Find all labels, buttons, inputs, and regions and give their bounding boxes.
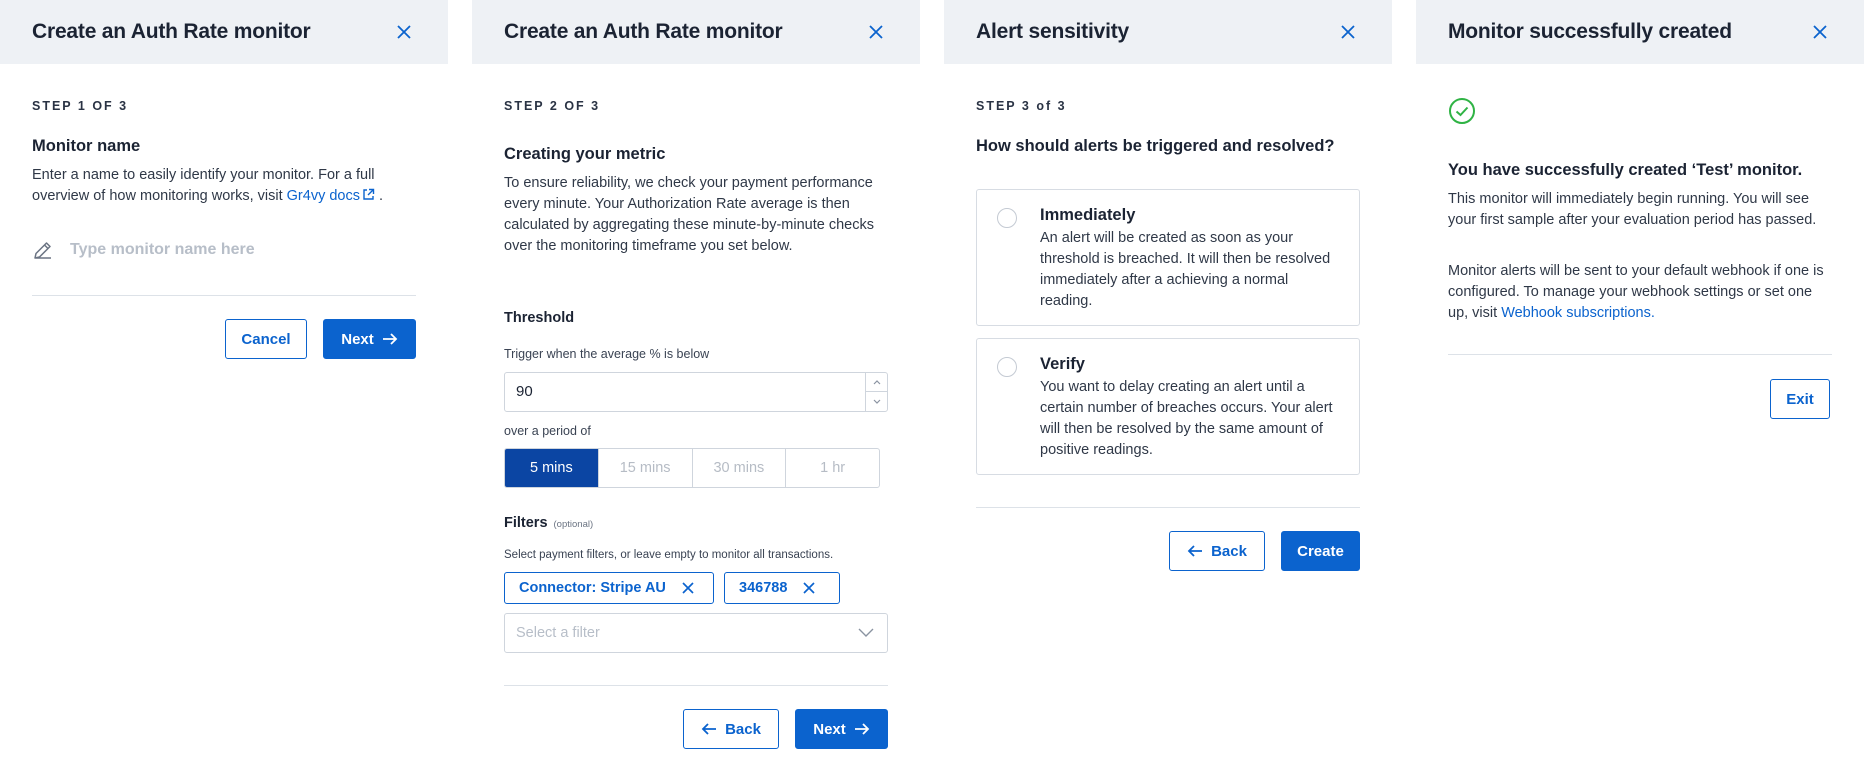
panel-header: Monitor successfully created <box>1416 0 1864 64</box>
panel-title: Create an Auth Rate monitor <box>504 20 783 43</box>
step3-panel: Alert sensitivity STEP 3 of 3 How should… <box>944 0 1392 773</box>
cancel-button[interactable]: Cancel <box>225 319 307 359</box>
close-icon[interactable] <box>1336 20 1360 44</box>
filter-chip-connector[interactable]: Connector: Stripe AU <box>504 572 714 604</box>
section-heading: Monitor name <box>32 137 141 155</box>
close-icon[interactable] <box>864 20 888 44</box>
success-message: This monitor will immediately begin runn… <box>1448 191 1817 228</box>
arrow-left-icon <box>701 723 717 735</box>
step-indicator: STEP 2 OF 3 <box>504 99 601 113</box>
create-button[interactable]: Create <box>1281 531 1360 571</box>
option-verify[interactable]: Verify You want to delay creating an ale… <box>976 338 1360 475</box>
filter-chip-346788[interactable]: 346788 <box>724 572 840 604</box>
filter-select-placeholder: Select a filter <box>516 625 600 641</box>
panel-header: Create an Auth Rate monitor <box>472 0 920 64</box>
webhook-message: Monitor alerts will be sent to your defa… <box>1448 263 1824 321</box>
threshold-value: 90 <box>516 383 533 400</box>
close-icon[interactable] <box>392 20 416 44</box>
threshold-input[interactable]: 90 <box>504 372 888 412</box>
step-indicator: STEP 3 of 3 <box>976 99 1067 113</box>
webhook-subscriptions-link[interactable]: Webhook subscriptions. <box>1501 305 1655 321</box>
arrow-left-icon <box>1187 545 1203 557</box>
spinner-down-icon[interactable] <box>866 392 887 410</box>
monitor-name-field[interactable]: Type monitor name here <box>32 235 416 265</box>
success-panel: Monitor successfully created You have su… <box>1416 0 1864 773</box>
alert-question: How should alerts be triggered and resol… <box>976 137 1335 155</box>
divider <box>504 685 888 686</box>
threshold-spinner <box>865 373 887 411</box>
exit-button[interactable]: Exit <box>1770 379 1830 419</box>
filters-heading: Filters <box>504 515 548 531</box>
metric-description: To ensure reliability, we check your pay… <box>504 175 874 254</box>
step2-panel: Create an Auth Rate monitor STEP 2 OF 3 … <box>472 0 920 773</box>
spinner-up-icon[interactable] <box>866 373 887 392</box>
back-button[interactable]: Back <box>1169 531 1265 571</box>
next-button[interactable]: Next <box>323 319 416 359</box>
period-1-hr[interactable]: 1 hr <box>785 449 879 487</box>
divider <box>1448 354 1832 355</box>
filter-select[interactable]: Select a filter <box>504 613 888 653</box>
step-indicator: STEP 1 OF 3 <box>32 99 129 113</box>
close-icon[interactable] <box>682 582 694 594</box>
close-icon[interactable] <box>1808 20 1832 44</box>
panel-header: Create an Auth Rate monitor <box>0 0 448 64</box>
close-icon[interactable] <box>803 582 815 594</box>
panel-title: Create an Auth Rate monitor <box>32 20 311 43</box>
option-description: You want to delay creating an alert unti… <box>1040 379 1333 458</box>
divider <box>32 295 416 296</box>
description: Enter a name to easily identify your mon… <box>32 167 384 204</box>
threshold-heading: Threshold <box>504 310 575 326</box>
panel-title: Monitor successfully created <box>1448 20 1732 43</box>
option-title: Verify <box>1040 355 1085 373</box>
option-immediately[interactable]: Immediately An alert will be created as … <box>976 189 1360 326</box>
period-5-mins[interactable]: 5 mins <box>505 449 598 487</box>
arrow-right-icon <box>382 333 398 345</box>
chevron-down-icon <box>858 628 874 637</box>
external-link-icon <box>363 188 375 200</box>
arrow-right-icon <box>854 723 870 735</box>
success-heading: You have successfully created ‘Test’ mon… <box>1448 161 1803 179</box>
period-15-mins[interactable]: 15 mins <box>597 449 692 487</box>
filters-heading-row: Filters (optional) <box>504 515 593 531</box>
trigger-label: Trigger when the average % is below <box>504 347 710 361</box>
check-circle-icon <box>1449 98 1475 124</box>
monitor-name-input[interactable]: Type monitor name here <box>70 241 255 259</box>
section-heading: Creating your metric <box>504 145 666 163</box>
radio-verify[interactable] <box>997 357 1017 377</box>
option-description: An alert will be created as soon as your… <box>1040 230 1331 309</box>
radio-immediately[interactable] <box>997 208 1017 228</box>
docs-link[interactable]: Gr4vy docs <box>287 188 375 204</box>
period-30-mins[interactable]: 30 mins <box>691 449 786 487</box>
divider <box>976 507 1360 508</box>
period-label: over a period of <box>504 424 591 438</box>
pencil-icon <box>34 242 51 259</box>
optional-label: (optional) <box>553 519 594 530</box>
panel-header: Alert sensitivity <box>944 0 1392 64</box>
next-button[interactable]: Next <box>795 709 888 749</box>
panel-title: Alert sensitivity <box>976 20 1129 43</box>
chip-label: Connector: Stripe AU <box>519 580 666 596</box>
step1-panel: Create an Auth Rate monitor STEP 1 OF 3 … <box>0 0 448 773</box>
period-selector: 5 mins 15 mins 30 mins 1 hr <box>504 448 880 488</box>
option-title: Immediately <box>1040 206 1136 224</box>
filters-description: Select payment filters, or leave empty t… <box>504 549 834 561</box>
chip-label: 346788 <box>739 580 788 596</box>
back-button[interactable]: Back <box>683 709 779 749</box>
